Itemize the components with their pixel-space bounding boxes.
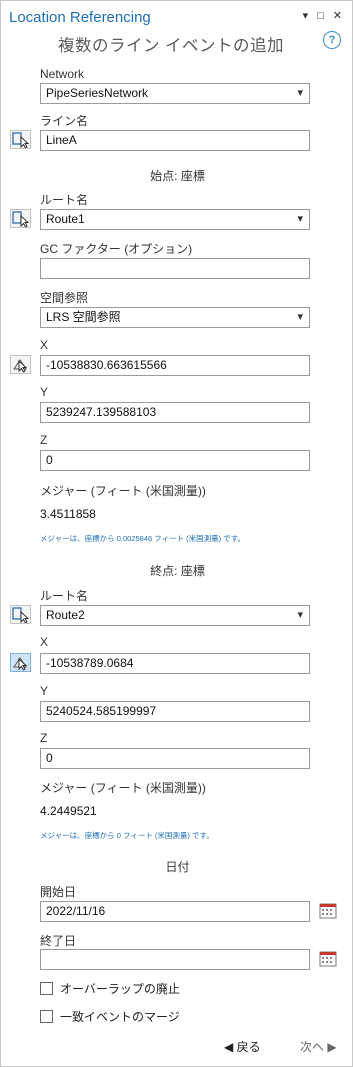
- start-y-input[interactable]: 5239247.139588103: [40, 402, 310, 423]
- start-section-heading: 始点: 座標: [150, 169, 205, 183]
- end-z-label: Z: [40, 731, 48, 745]
- spatial-reference-label: 空間参照: [40, 291, 89, 305]
- end-section-heading: 終点: 座標: [150, 564, 205, 578]
- end-y-input[interactable]: 5240524.585199997: [40, 701, 310, 722]
- start-z-input[interactable]: 0: [40, 450, 310, 471]
- end-measure-value: 4.2449521: [40, 804, 97, 818]
- network-label: Network: [40, 67, 85, 81]
- select-route-icon: [12, 211, 30, 228]
- pane-menu-icon[interactable]: ▾: [303, 8, 309, 24]
- end-measure-note: メジャーは、座標から 0 フィート (米国測量) です。: [40, 831, 214, 840]
- maximize-icon[interactable]: □: [317, 8, 324, 24]
- start-point-pick-tool[interactable]: [10, 355, 31, 374]
- dates-section-heading: 日付: [165, 860, 190, 874]
- help-icon[interactable]: ?: [323, 31, 341, 49]
- gc-factor-input[interactable]: [40, 258, 310, 279]
- start-x-label: X: [40, 338, 49, 352]
- start-date-calendar-button[interactable]: [319, 902, 337, 924]
- start-date-label: 開始日: [40, 885, 77, 899]
- start-y-label: Y: [40, 385, 49, 399]
- line-name-label: ライン名: [40, 114, 89, 128]
- line-name-input[interactable]: LineA: [40, 130, 310, 151]
- start-route-label: ルート名: [40, 193, 89, 207]
- end-date-input[interactable]: [40, 949, 310, 970]
- next-button[interactable]: 次へ ▶: [300, 1038, 337, 1055]
- start-route-dropdown[interactable]: Route1: [40, 209, 310, 230]
- line-select-tool[interactable]: [10, 130, 31, 149]
- calendar-icon: [319, 951, 337, 967]
- end-date-label: 終了日: [40, 934, 77, 948]
- network-dropdown[interactable]: PipeSeriesNetwork: [40, 83, 310, 104]
- pane-header-controls: ▾ □ ✕: [303, 8, 342, 24]
- end-point-pick-tool[interactable]: [10, 653, 31, 672]
- pane-title: Location Referencing: [9, 9, 151, 26]
- end-y-label: Y: [40, 684, 49, 698]
- select-route-icon: [12, 607, 30, 624]
- calendar-icon: [319, 903, 337, 919]
- pick-point-icon: [13, 359, 28, 373]
- start-measure-label: メジャー (フィート (米国測量)): [40, 484, 206, 498]
- tool-subtitle: 複数のライン イベントの追加: [57, 37, 285, 55]
- start-date-input[interactable]: 2022/11/16: [40, 901, 310, 922]
- retire-overlap-checkbox[interactable]: [40, 982, 53, 995]
- retire-overlap-label[interactable]: オーバーラップの廃止: [60, 980, 180, 997]
- start-measure-note: メジャーは、座標から 0.0025846 フィート (米国測量) です。: [40, 534, 246, 543]
- end-measure-label: メジャー (フィート (米国測量)): [40, 781, 206, 795]
- close-icon[interactable]: ✕: [333, 8, 342, 24]
- end-date-calendar-button[interactable]: [319, 950, 337, 972]
- add-line-events-pane: Location Referencing ▾ □ ✕ 複数のライン イベントの追…: [0, 0, 353, 1067]
- pick-point-icon: [13, 657, 28, 671]
- end-route-label: ルート名: [40, 589, 89, 603]
- start-measure-value: 3.4511858: [40, 507, 96, 521]
- start-x-input[interactable]: -10538830.663615566: [40, 355, 310, 376]
- merge-coincident-label[interactable]: 一致イベントのマージ: [60, 1008, 180, 1025]
- select-line-icon: [12, 132, 30, 149]
- end-route-dropdown[interactable]: Route2: [40, 605, 310, 626]
- start-z-label: Z: [40, 433, 48, 447]
- start-route-select-tool[interactable]: [10, 209, 31, 228]
- end-route-select-tool[interactable]: [10, 605, 31, 624]
- spatial-reference-dropdown[interactable]: LRS 空間参照: [40, 307, 310, 328]
- back-button[interactable]: ◀ 戻る: [224, 1038, 261, 1055]
- end-x-label: X: [40, 635, 49, 649]
- end-z-input[interactable]: 0: [40, 748, 310, 769]
- merge-coincident-checkbox[interactable]: [40, 1010, 53, 1023]
- end-x-input[interactable]: -10538789.0684: [40, 653, 310, 674]
- gc-factor-label: GC ファクター (オプション): [40, 242, 193, 256]
